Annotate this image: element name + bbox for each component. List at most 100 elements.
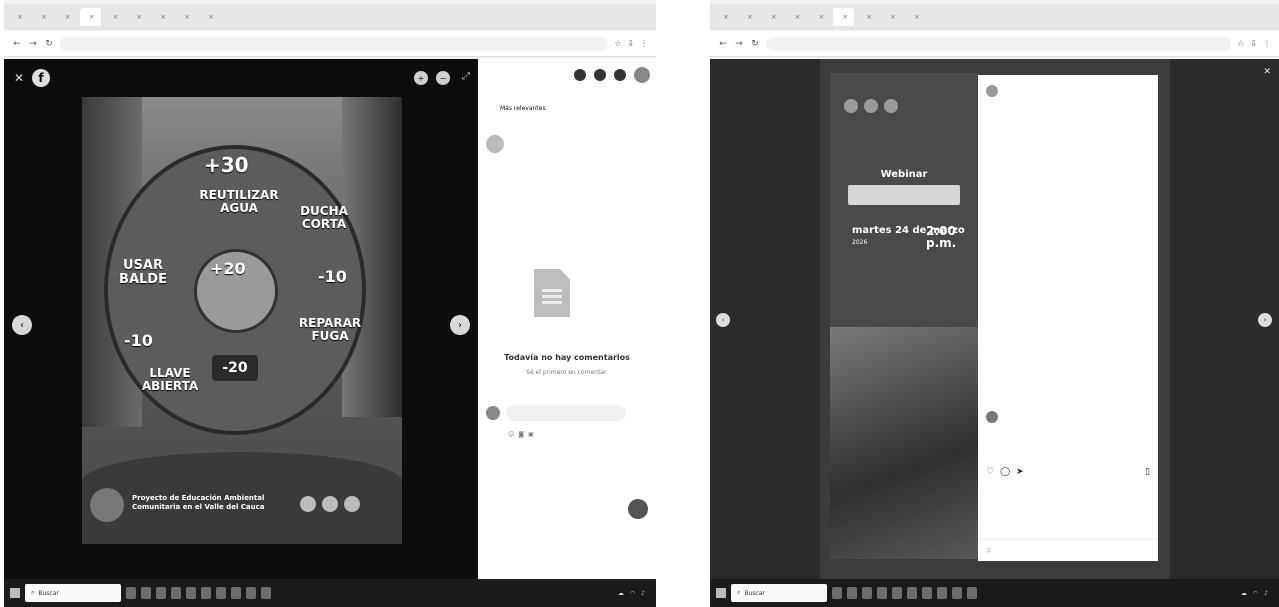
weather-icon[interactable]: ☁	[1241, 590, 1247, 597]
volume-icon[interactable]: ♪	[641, 590, 645, 597]
close-icon[interactable]: ✕	[14, 71, 24, 85]
forward-icon[interactable]: →	[734, 39, 744, 49]
avatar[interactable]	[986, 85, 998, 97]
heart-icon[interactable]: ♡	[986, 467, 994, 477]
taskbar-app-icon[interactable]	[201, 587, 211, 599]
browser-tab[interactable]: ×	[127, 8, 148, 26]
avatar[interactable]	[634, 67, 650, 83]
wifi-icon[interactable]: ◠	[630, 590, 635, 597]
volume-icon[interactable]: ♪	[1264, 590, 1268, 597]
close-tab-icon[interactable]: ×	[41, 13, 47, 21]
zoom-out-icon[interactable]: −	[436, 71, 450, 85]
emoji-icon[interactable]: ☺	[508, 431, 514, 438]
browser-tab[interactable]: ×	[56, 8, 77, 26]
close-tab-icon[interactable]: ×	[819, 13, 825, 21]
close-tab-icon[interactable]: ×	[160, 13, 166, 21]
download-icon[interactable]: ⇩	[627, 39, 634, 48]
url-field[interactable]	[766, 36, 1232, 51]
avatar[interactable]	[486, 135, 504, 153]
taskbar-app-icon[interactable]	[907, 587, 917, 599]
tab-relevant[interactable]: Más relevantes	[500, 105, 545, 112]
menu-icon[interactable]: ⋮	[1263, 39, 1271, 48]
weather-icon[interactable]: ☁	[618, 590, 624, 597]
taskbar-app-icon[interactable]	[216, 587, 226, 599]
taskbar-app-icon[interactable]	[952, 587, 962, 599]
close-tab-icon[interactable]: ×	[113, 13, 119, 21]
star-icon[interactable]: ☆	[614, 39, 621, 48]
browser-tab[interactable]: ×	[786, 8, 807, 26]
taskbar-app-icon[interactable]	[186, 587, 196, 599]
messenger-icon[interactable]	[594, 69, 606, 81]
taskbar-app-icon[interactable]	[246, 587, 256, 599]
emoji-icon[interactable]: ☺	[986, 548, 991, 554]
system-tray[interactable]: ☁ ◠ ♪	[1241, 590, 1268, 597]
taskbar-app-icon[interactable]	[862, 587, 872, 599]
close-tab-icon[interactable]: ×	[842, 13, 848, 21]
browser-tab[interactable]: ×	[810, 8, 831, 26]
system-tray[interactable]: ☁ ◠ ♪	[618, 590, 645, 597]
facebook-logo-icon[interactable]: f	[32, 69, 50, 87]
menu-grid-icon[interactable]	[574, 69, 586, 81]
close-icon[interactable]: ✕	[1263, 67, 1271, 77]
browser-tab-active[interactable]: ×	[79, 8, 101, 26]
star-icon[interactable]: ☆	[1237, 39, 1244, 48]
back-icon[interactable]: ←	[718, 39, 728, 49]
close-tab-icon[interactable]: ×	[771, 13, 777, 21]
next-post-icon[interactable]: ›	[1258, 313, 1272, 327]
gif-icon[interactable]: ▣	[528, 431, 534, 438]
bookmark-icon[interactable]: ▯	[1145, 467, 1150, 477]
previous-post-icon[interactable]: ‹	[716, 313, 730, 327]
taskbar-app-icon[interactable]	[261, 587, 271, 599]
browser-tab[interactable]: ×	[199, 8, 220, 26]
menu-icon[interactable]: ⋮	[640, 39, 648, 48]
download-icon[interactable]: ⇩	[1250, 39, 1257, 48]
taskbar-app-icon[interactable]	[847, 587, 857, 599]
windows-start-icon[interactable]	[10, 588, 20, 598]
close-tab-icon[interactable]: ×	[914, 13, 920, 21]
back-icon[interactable]: ←	[12, 39, 22, 49]
taskbar-app-icon[interactable]	[126, 587, 136, 599]
avatar[interactable]	[986, 411, 998, 423]
forward-icon[interactable]: →	[28, 39, 38, 49]
close-tab-icon[interactable]: ×	[747, 13, 753, 21]
comment-input[interactable]	[506, 405, 626, 421]
close-tab-icon[interactable]: ×	[723, 13, 729, 21]
taskbar-app-icon[interactable]	[877, 587, 887, 599]
close-tab-icon[interactable]: ×	[890, 13, 896, 21]
notifications-icon[interactable]	[614, 69, 626, 81]
wifi-icon[interactable]: ◠	[1253, 590, 1258, 597]
taskbar-search[interactable]: ⌕ Buscar	[731, 584, 827, 602]
url-field[interactable]	[60, 36, 609, 51]
browser-tab[interactable]: ×	[32, 8, 53, 26]
taskbar-app-icon[interactable]	[922, 587, 932, 599]
close-tab-icon[interactable]: ×	[136, 13, 142, 21]
close-tab-icon[interactable]: ×	[866, 13, 872, 21]
close-tab-icon[interactable]: ×	[184, 13, 190, 21]
chat-avatar[interactable]	[628, 499, 648, 519]
browser-tab[interactable]: ×	[151, 8, 172, 26]
reload-icon[interactable]: ↻	[750, 39, 760, 49]
previous-photo-icon[interactable]: ‹	[12, 315, 32, 335]
close-tab-icon[interactable]: ×	[17, 13, 23, 21]
taskbar-app-icon[interactable]	[141, 587, 151, 599]
close-tab-icon[interactable]: ×	[89, 13, 95, 21]
taskbar-app-icon[interactable]	[231, 587, 241, 599]
close-tab-icon[interactable]: ×	[795, 13, 801, 21]
expand-icon[interactable]: ⤢	[462, 71, 470, 82]
browser-tab[interactable]: ×	[881, 8, 902, 26]
taskbar-search[interactable]: ⌕ Buscar	[25, 584, 121, 602]
taskbar-app-icon[interactable]	[832, 587, 842, 599]
browser-tab[interactable]: ×	[175, 8, 196, 26]
browser-tab[interactable]: ×	[8, 8, 29, 26]
taskbar-app-icon[interactable]	[967, 587, 977, 599]
windows-start-icon[interactable]	[716, 588, 726, 598]
close-tab-icon[interactable]: ×	[208, 13, 214, 21]
next-photo-icon[interactable]: ›	[450, 315, 470, 335]
browser-tab[interactable]: ×	[714, 8, 735, 26]
reload-icon[interactable]: ↻	[44, 39, 54, 49]
browser-tab[interactable]: ×	[738, 8, 759, 26]
comment-icon[interactable]: ◯	[1000, 467, 1010, 477]
camera-icon[interactable]: ◙	[518, 431, 524, 438]
taskbar-app-icon[interactable]	[937, 587, 947, 599]
taskbar-app-icon[interactable]	[892, 587, 902, 599]
